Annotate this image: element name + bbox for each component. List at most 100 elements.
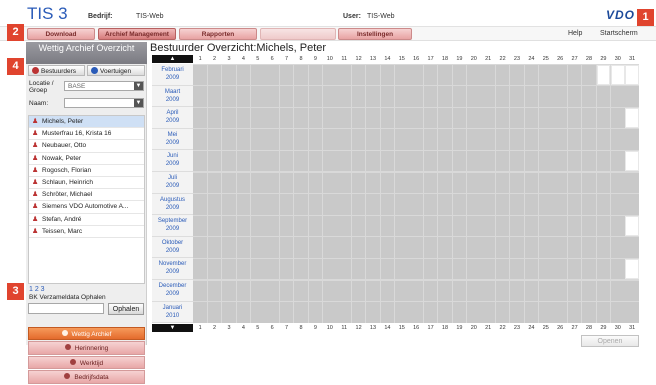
calendar-day-cell[interactable] (495, 107, 510, 129)
calendar-day-cell[interactable] (337, 64, 351, 86)
calendar-day-cell[interactable] (582, 194, 596, 215)
calendar-day-cell[interactable] (294, 86, 308, 107)
calendar-day-cell[interactable] (467, 237, 481, 258)
calendar-day-cell[interactable] (510, 237, 524, 258)
calendar-day-cell[interactable] (481, 150, 495, 172)
calendar-day-cell[interactable] (467, 215, 481, 237)
calendar-day-cell[interactable] (366, 129, 380, 150)
nav-wettig-archief[interactable]: Wettig Archief (28, 327, 145, 341)
month-label[interactable]: Oktober 2009 (152, 236, 193, 259)
calendar-day-cell[interactable] (222, 258, 236, 280)
month-label[interactable]: September 2009 (152, 215, 193, 237)
calendar-day-cell[interactable] (395, 194, 409, 215)
calendar-day-cell[interactable] (495, 258, 510, 280)
calendar-day-cell[interactable] (423, 280, 438, 302)
calendar-day-cell[interactable] (395, 237, 409, 258)
driver-list-item[interactable]: ♟ Siemens VDO Automotive A... (29, 201, 144, 214)
calendar-day-cell[interactable] (481, 237, 495, 258)
calendar-day-cell[interactable] (236, 64, 251, 86)
calendar-day-cell[interactable] (452, 86, 467, 107)
month-label[interactable]: April 2009 (152, 107, 193, 129)
calendar-day-cell[interactable] (611, 150, 625, 172)
calendar-day-cell[interactable] (323, 64, 337, 86)
calendar-day-cell[interactable] (524, 129, 539, 150)
calendar-day-cell[interactable] (409, 172, 423, 194)
calendar-day-cell[interactable] (380, 107, 395, 129)
calendar-day-cell[interactable] (193, 237, 207, 258)
calendar-day-cell[interactable] (438, 258, 452, 280)
calendar-day-cell[interactable] (409, 64, 423, 86)
calendar-day-cell[interactable] (596, 280, 611, 302)
calendar-day-cell[interactable] (467, 107, 481, 129)
calendar-day-cell[interactable] (337, 86, 351, 107)
calendar-day-cell[interactable] (294, 150, 308, 172)
calendar-day-cell[interactable] (553, 194, 567, 215)
calendar-day-cell[interactable] (395, 129, 409, 150)
calendar-day-cell[interactable] (207, 237, 222, 258)
calendar-day-cell[interactable] (251, 280, 265, 302)
calendar-day-cell[interactable] (596, 237, 611, 258)
calendar-day-cell[interactable] (423, 107, 438, 129)
calendar-day-cell[interactable] (251, 64, 265, 86)
calendar-day-cell[interactable] (251, 194, 265, 215)
calendar-day-cell[interactable] (611, 107, 625, 129)
calendar-day-cell[interactable] (207, 172, 222, 194)
calendar-day-cell[interactable] (337, 215, 351, 237)
calendar-day-cell[interactable] (251, 107, 265, 129)
calendar-day-cell[interactable] (510, 129, 524, 150)
calendar-day-cell[interactable] (337, 194, 351, 215)
month-label[interactable]: December 2009 (152, 280, 193, 302)
calendar-day-cell[interactable] (236, 258, 251, 280)
month-label[interactable]: Maart 2009 (152, 85, 193, 108)
calendar-day-cell[interactable] (337, 107, 351, 129)
calendar-day-cell[interactable] (553, 237, 567, 258)
calendar-day-cell[interactable] (351, 86, 366, 107)
calendar-day-cell[interactable] (524, 64, 539, 86)
calendar-day-cell[interactable] (265, 302, 279, 323)
driver-list-item[interactable]: ♟ Michels, Peter (29, 116, 144, 129)
month-label[interactable]: Juli 2009 (152, 172, 193, 194)
calendar-day-cell[interactable] (524, 237, 539, 258)
calendar-day-cell[interactable] (279, 215, 294, 237)
calendar-day-cell[interactable] (625, 172, 639, 194)
calendar-day-cell[interactable] (366, 194, 380, 215)
calendar-day-cell[interactable] (452, 237, 467, 258)
calendar-day-cell[interactable] (582, 107, 596, 129)
calendar-day-cell[interactable] (265, 280, 279, 302)
tab-archief-management[interactable]: Archief Management (98, 28, 176, 40)
calendar-day-cell[interactable] (611, 86, 625, 107)
calendar-day-cell[interactable] (452, 280, 467, 302)
calendar-day-cell[interactable] (380, 302, 395, 323)
calendar-day-cell[interactable] (452, 215, 467, 237)
calendar-day-cell[interactable] (294, 215, 308, 237)
calendar-day-cell[interactable] (611, 215, 625, 237)
calendar-day-cell[interactable] (467, 172, 481, 194)
calendar-day-cell[interactable] (294, 194, 308, 215)
calendar-day-cell[interactable] (193, 194, 207, 215)
calendar-day-cell[interactable] (481, 258, 495, 280)
calendar-day-cell[interactable] (337, 258, 351, 280)
calendar-day-cell[interactable] (582, 280, 596, 302)
calendar-day-cell[interactable] (323, 150, 337, 172)
pagination[interactable]: 1 2 3 (29, 286, 45, 293)
calendar-day-cell[interactable] (222, 302, 236, 323)
calendar-day-cell[interactable] (323, 129, 337, 150)
calendar-day-cell[interactable] (567, 172, 582, 194)
calendar-day-cell[interactable] (193, 258, 207, 280)
calendar-day-cell[interactable] (193, 129, 207, 150)
calendar-day-cell[interactable] (467, 280, 481, 302)
calendar-day-cell[interactable] (193, 215, 207, 237)
calendar-day-cell[interactable] (452, 258, 467, 280)
calendar-day-cell[interactable] (366, 172, 380, 194)
calendar-day-cell[interactable] (366, 302, 380, 323)
calendar-day-cell[interactable] (366, 280, 380, 302)
calendar-day-cell[interactable] (510, 107, 524, 129)
calendar-day-cell[interactable] (510, 86, 524, 107)
location-select[interactable]: BASE ▼ (64, 81, 144, 91)
calendar-day-cell[interactable] (553, 129, 567, 150)
calendar-day-cell[interactable] (308, 302, 323, 323)
calendar-day-cell[interactable] (452, 64, 467, 86)
calendar-day-cell[interactable] (611, 258, 625, 280)
calendar-day-cell[interactable] (467, 86, 481, 107)
calendar-day-cell[interactable] (409, 258, 423, 280)
